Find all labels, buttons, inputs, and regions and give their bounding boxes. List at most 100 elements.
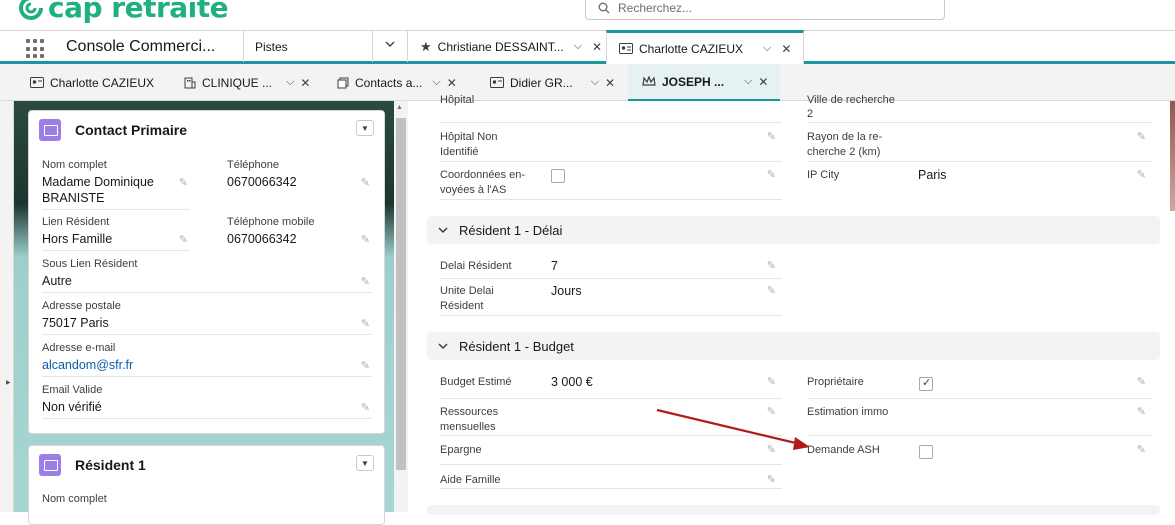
app-navigation-bar: Console Commerci... Pistes ★ Christiane …: [0, 30, 1175, 64]
contact-card-icon: [490, 77, 504, 88]
edit-pencil-icon[interactable]: ✎: [1137, 130, 1146, 143]
contact-card-icon: [39, 454, 61, 476]
edit-pencil-icon[interactable]: ✎: [1137, 168, 1146, 181]
search-icon: [598, 2, 610, 14]
section-title: Résident 1 - Délai: [459, 222, 563, 238]
section-title: Résident 1 - Budget: [459, 338, 574, 354]
chevron-down-icon[interactable]: ⌵: [432, 76, 440, 89]
close-icon[interactable]: ✕: [605, 76, 615, 90]
section-resident-budget[interactable]: Résident 1 - Budget: [427, 332, 1160, 360]
field-aide-famille: Aide Famille ✎: [440, 473, 782, 489]
search-input[interactable]: Recherchez...: [618, 1, 692, 15]
field-epargne: Epargne ✎: [440, 443, 782, 465]
subtab-label: CLINIQUE ...: [202, 75, 273, 90]
scroll-up-icon[interactable]: ▲: [396, 104, 403, 111]
contact-primaire-card: Contact Primaire ▼ Nom complet Madame Do…: [28, 110, 385, 434]
edit-pencil-icon[interactable]: ✎: [1137, 405, 1146, 418]
subtab-label: Contacts a...: [355, 75, 423, 90]
edit-pencil-icon[interactable]: ✎: [361, 317, 370, 330]
edit-pencil-icon[interactable]: ✎: [767, 443, 776, 456]
field-unite-delai: Unite Delai Résident Jours ✎: [440, 284, 782, 316]
section-resident-delai[interactable]: Résident 1 - Délai: [427, 216, 1160, 244]
expand-arrow-icon[interactable]: ▶: [6, 379, 11, 386]
edit-pencil-icon[interactable]: ✎: [361, 275, 370, 288]
next-section-header[interactable]: [427, 505, 1160, 515]
field-hopital-non-identifie: Hôpital Non Identifié ✎: [440, 130, 782, 162]
edit-pencil-icon[interactable]: ✎: [179, 176, 188, 189]
chevron-down-icon[interactable]: ⌵: [763, 42, 771, 55]
field-email-valide: Email Valide Non vérifié ✎: [42, 383, 372, 419]
close-icon[interactable]: ✕: [447, 76, 457, 90]
edit-pencil-icon[interactable]: ✎: [1137, 443, 1146, 456]
edit-pencil-icon[interactable]: ✎: [767, 259, 776, 272]
card-menu-button[interactable]: ▼: [356, 455, 374, 471]
field-ip-city: IP City Paris ✎: [807, 168, 1146, 182]
chevron-down-icon[interactable]: [437, 224, 449, 236]
edit-pencil-icon[interactable]: ✎: [767, 405, 776, 418]
chevron-down-icon[interactable]: [437, 340, 449, 352]
field-nom-complet: Nom complet Madame Dominique BRANISTE ✎: [42, 158, 190, 210]
close-icon[interactable]: ✕: [300, 76, 310, 90]
subtab-label: Charlotte CAZIEUX: [50, 75, 155, 90]
contact-card-icon: [619, 43, 633, 54]
logo: cap retraite: [18, 0, 229, 24]
edit-pencil-icon[interactable]: ✎: [1137, 375, 1146, 388]
edit-pencil-icon[interactable]: ✎: [767, 473, 776, 486]
scrollbar-thumb[interactable]: [396, 118, 406, 470]
proprietaire-checkbox[interactable]: [919, 376, 933, 391]
tab-charlotte-cazieux[interactable]: Charlotte CAZIEUX ⌵ ✕: [606, 30, 804, 64]
chevron-down-icon[interactable]: ⌵: [286, 76, 294, 89]
field-estimation-immo: Estimation immo ✎: [807, 405, 1152, 436]
subtab-charlotte-cazieux[interactable]: Charlotte CAZIEUX: [30, 64, 180, 101]
field-demande-ash: Demande ASH ✎: [807, 443, 1152, 465]
building-icon: [184, 77, 196, 88]
field-delai-resident: Delai Résident 7 ✎: [440, 259, 782, 279]
field-hopital: Hôpital: [440, 93, 782, 123]
email-link[interactable]: alcandom@sfr.fr: [42, 357, 372, 373]
app-launcher-icon[interactable]: [26, 39, 46, 59]
tab-label: Christiane DESSAINT...: [437, 39, 564, 54]
crown-icon: [642, 76, 656, 86]
field-adresse-postale: Adresse postale 75017 Paris ✎: [42, 299, 372, 335]
tab-christiane-dessaint[interactable]: ★ Christiane DESSAINT... ⌵ ✕: [408, 31, 606, 62]
edit-pencil-icon[interactable]: ✎: [767, 168, 776, 181]
field-rayon-recherche-2: Rayon de la re-cherche 2 (km) ✎: [807, 130, 1152, 162]
field-nom-complet: Nom complet: [42, 493, 107, 505]
contact-card-icon: [39, 119, 61, 141]
card-menu-button[interactable]: ▼: [356, 120, 374, 136]
edit-pencil-icon[interactable]: ✎: [361, 401, 370, 414]
nav-menu-chevron-icon[interactable]: [384, 38, 396, 53]
edit-pencil-icon[interactable]: ✎: [767, 284, 776, 297]
contact-card-icon: [30, 77, 44, 88]
global-search[interactable]: Recherchez...: [585, 0, 945, 20]
global-header: cap retraite Recherchez...: [0, 0, 1175, 30]
chevron-down-icon[interactable]: ⌵: [591, 76, 599, 89]
edit-pencil-icon[interactable]: ✎: [361, 176, 370, 189]
field-coordonnees-envoyees: Coordonnées en-voyées à l'AS ✎: [440, 168, 782, 200]
subtab-label: Didier GR...: [510, 75, 573, 90]
field-telephone: Téléphone 0670066342 ✎: [227, 159, 370, 189]
edit-pencil-icon[interactable]: ✎: [361, 359, 370, 372]
subtab-label: JOSEPH ...: [662, 74, 725, 89]
chevron-down-icon[interactable]: ⌵: [574, 40, 582, 53]
edit-pencil-icon[interactable]: ✎: [361, 233, 370, 246]
close-icon[interactable]: ✕: [758, 75, 768, 89]
field-budget-estime: Budget Estimé 3 000 € ✎: [440, 375, 782, 399]
edit-pencil-icon[interactable]: ✎: [767, 130, 776, 143]
subtab-clinique[interactable]: CLINIQUE ... ⌵ ✕: [184, 64, 326, 101]
coordonnees-checkbox[interactable]: [551, 169, 565, 183]
tab-label: Charlotte CAZIEUX: [639, 41, 744, 56]
resident-1-card: Résident 1 ▼ Nom complet: [28, 445, 385, 525]
field-telephone-mobile: Téléphone mobile 0670066342 ✎: [227, 216, 370, 246]
nav-item-pistes[interactable]: Pistes: [255, 40, 288, 54]
close-icon[interactable]: ✕: [592, 40, 602, 54]
chevron-down-icon[interactable]: ⌵: [744, 75, 752, 88]
demande-ash-checkbox[interactable]: [919, 445, 933, 459]
field-adresse-email: Adresse e-mail alcandom@sfr.fr ✎: [42, 341, 372, 377]
field-proprietaire: Propriétaire ✎: [807, 375, 1152, 399]
logo-mark-icon: [19, 0, 43, 20]
edit-pencil-icon[interactable]: ✎: [179, 233, 188, 246]
collapse-strip[interactable]: ▶: [0, 101, 14, 512]
edit-pencil-icon[interactable]: ✎: [767, 375, 776, 388]
close-icon[interactable]: ✕: [781, 42, 791, 56]
